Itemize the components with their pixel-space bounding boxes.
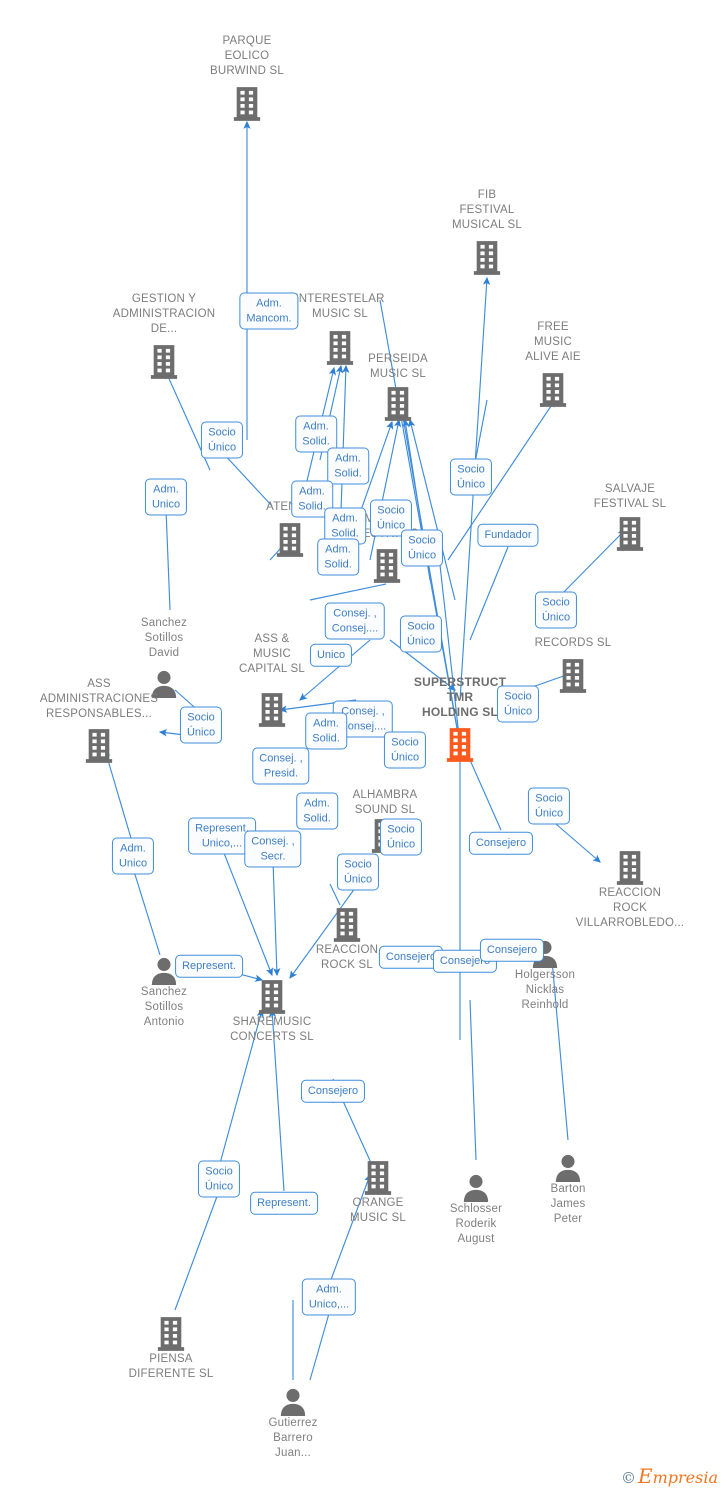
relation-badge[interactable]: Socio Único xyxy=(197,1160,241,1198)
relation-badge[interactable]: Consej. , Consej.... xyxy=(324,602,386,640)
relation-badge[interactable]: Socio Único xyxy=(200,421,244,459)
graph-node-label: SHAREMUSIC CONCERTS SL xyxy=(230,1016,314,1043)
building-icon xyxy=(333,386,463,422)
graph-node-piensa_diferente[interactable]: PIENSA DIFERENTE SL xyxy=(106,1314,236,1382)
copyright-icon: © xyxy=(620,1469,636,1487)
graph-edge xyxy=(174,1190,220,1311)
graph-edge xyxy=(221,451,273,507)
graph-node-gutierrez[interactable]: Gutierrez Barrero Juan... xyxy=(228,1386,358,1461)
relation-badge[interactable]: Socio Único xyxy=(496,685,540,723)
graph-node-perseida[interactable]: PERSEIDA MUSIC SL xyxy=(333,352,463,422)
relationship-graph-canvas: PARQUE EOLICO BURWIND SL FIB FESTIVAL MUS… xyxy=(0,0,728,1500)
building-icon xyxy=(99,344,229,380)
relation-badge[interactable]: Adm. Unico xyxy=(144,478,188,516)
graph-node-label: ASS ADMINISTRACIONES RESPONSABLES... xyxy=(39,678,159,720)
graph-node-label: FREE MUSIC ALIVE AIE xyxy=(525,321,581,363)
graph-node-label: ALHAMBRA SOUND SL xyxy=(352,789,418,816)
relation-badge[interactable]: Adm. Mancom. xyxy=(239,292,299,330)
relation-badge[interactable]: Unico xyxy=(309,643,353,667)
relation-badge[interactable]: Socio Único xyxy=(400,529,444,567)
graph-node-label: RECORDS SL xyxy=(534,637,612,649)
graph-node-label: PARQUE EOLICO BURWIND SL xyxy=(210,35,284,77)
relation-badge[interactable]: Represent. xyxy=(250,1191,318,1215)
graph-edge xyxy=(165,508,171,611)
building-icon xyxy=(207,979,337,1015)
relation-badge[interactable]: Adm. Unico xyxy=(111,837,155,875)
watermark-brand-rest: mpresia xyxy=(652,1468,718,1487)
graph-node-label: PERSEIDA MUSIC SL xyxy=(368,353,428,380)
graph-node-fib_festival[interactable]: FIB FESTIVAL MUSICAL SL xyxy=(422,188,552,276)
graph-node-salvaje_festival[interactable]: SALVAJE FESTIVAL SL xyxy=(565,482,695,552)
graph-node-reaccion_villarrob[interactable]: REACCION ROCK VILLARROBLEDO... xyxy=(565,848,695,931)
graph-node-free_music_alive[interactable]: FREE MUSIC ALIVE AIE xyxy=(488,320,618,408)
graph-edge xyxy=(272,860,281,977)
relation-badge[interactable]: Socio Único xyxy=(336,853,380,891)
graph-edge xyxy=(309,583,387,601)
graph-node-ass_admin_resp[interactable]: ASS ADMINISTRACIONES RESPONSABLES... xyxy=(34,677,164,764)
person-icon xyxy=(228,1388,358,1416)
relation-badge[interactable]: Socio Único xyxy=(399,615,443,653)
graph-node-label: PIENSA DIFERENTE SL xyxy=(128,1353,214,1380)
relation-badge[interactable]: Adm. Solid. xyxy=(296,792,338,830)
graph-node-label: Gutierrez Barrero Juan... xyxy=(268,1417,318,1459)
relation-badge[interactable]: Socio Único xyxy=(179,706,223,744)
relation-badge[interactable]: Consej. , Secr. xyxy=(244,830,302,868)
building-icon xyxy=(565,850,695,886)
building-icon xyxy=(565,516,695,552)
building-icon xyxy=(488,372,618,408)
building-icon xyxy=(422,240,552,276)
graph-node-sharemusic[interactable]: SHAREMUSIC CONCERTS SL xyxy=(207,977,337,1045)
relation-badge[interactable]: Fundador xyxy=(477,523,539,547)
building-icon xyxy=(34,728,164,764)
building-icon xyxy=(282,907,412,943)
relation-badge[interactable]: Adm. Solid. xyxy=(305,712,347,750)
relation-badge[interactable]: Socio Único xyxy=(379,818,423,856)
relation-badge[interactable]: Consejero xyxy=(300,1079,366,1103)
relation-badge[interactable]: Adm. Unico,... xyxy=(301,1278,357,1316)
graph-edge xyxy=(469,546,509,641)
graph-node-gestion_admin[interactable]: GESTION Y ADMINISTRACION DE... xyxy=(99,292,229,380)
graph-node-label: REACCION ROCK VILLARROBLEDO... xyxy=(575,887,685,929)
relation-badge[interactable]: Socio Único xyxy=(527,787,571,825)
graph-edge xyxy=(469,759,502,831)
graph-edge xyxy=(469,999,477,1161)
relation-badge[interactable]: Consejero xyxy=(468,831,534,855)
relation-badge[interactable]: Socio Único xyxy=(449,458,493,496)
watermark-brand-initial: E xyxy=(637,1464,653,1488)
graph-node-barton[interactable]: Barton James Peter xyxy=(503,1152,633,1227)
graph-node-label: GESTION Y ADMINISTRACION DE... xyxy=(112,293,216,335)
graph-node-label: SALVAJE FESTIVAL SL xyxy=(593,483,667,510)
person-icon xyxy=(503,1154,633,1182)
relation-badge[interactable]: Consej. , Presid. xyxy=(252,747,310,785)
relation-badge[interactable]: Socio Único xyxy=(534,591,578,629)
graph-node-label: Holgersson Nicklas Reinhold xyxy=(514,969,576,1011)
graph-edge xyxy=(309,1309,331,1381)
building-icon xyxy=(106,1316,236,1352)
relation-badge[interactable]: Represent. xyxy=(175,954,243,978)
building-icon xyxy=(182,86,312,122)
relation-badge[interactable]: Consejero xyxy=(479,938,545,962)
graph-node-parque_eolico[interactable]: PARQUE EOLICO BURWIND SL xyxy=(182,34,312,122)
relation-badge[interactable]: Adm. Solid. xyxy=(327,447,369,485)
relation-badge[interactable]: Socio Único xyxy=(383,731,427,769)
graph-edge xyxy=(132,867,161,956)
empresia-watermark: © Empresia xyxy=(621,1464,718,1488)
graph-node-label: FIB FESTIVAL MUSICAL SL xyxy=(452,189,522,231)
graph-node-label: Barton James Peter xyxy=(550,1183,586,1225)
relation-badge[interactable]: Adm. Solid. xyxy=(317,538,359,576)
graph-edge xyxy=(103,748,134,846)
